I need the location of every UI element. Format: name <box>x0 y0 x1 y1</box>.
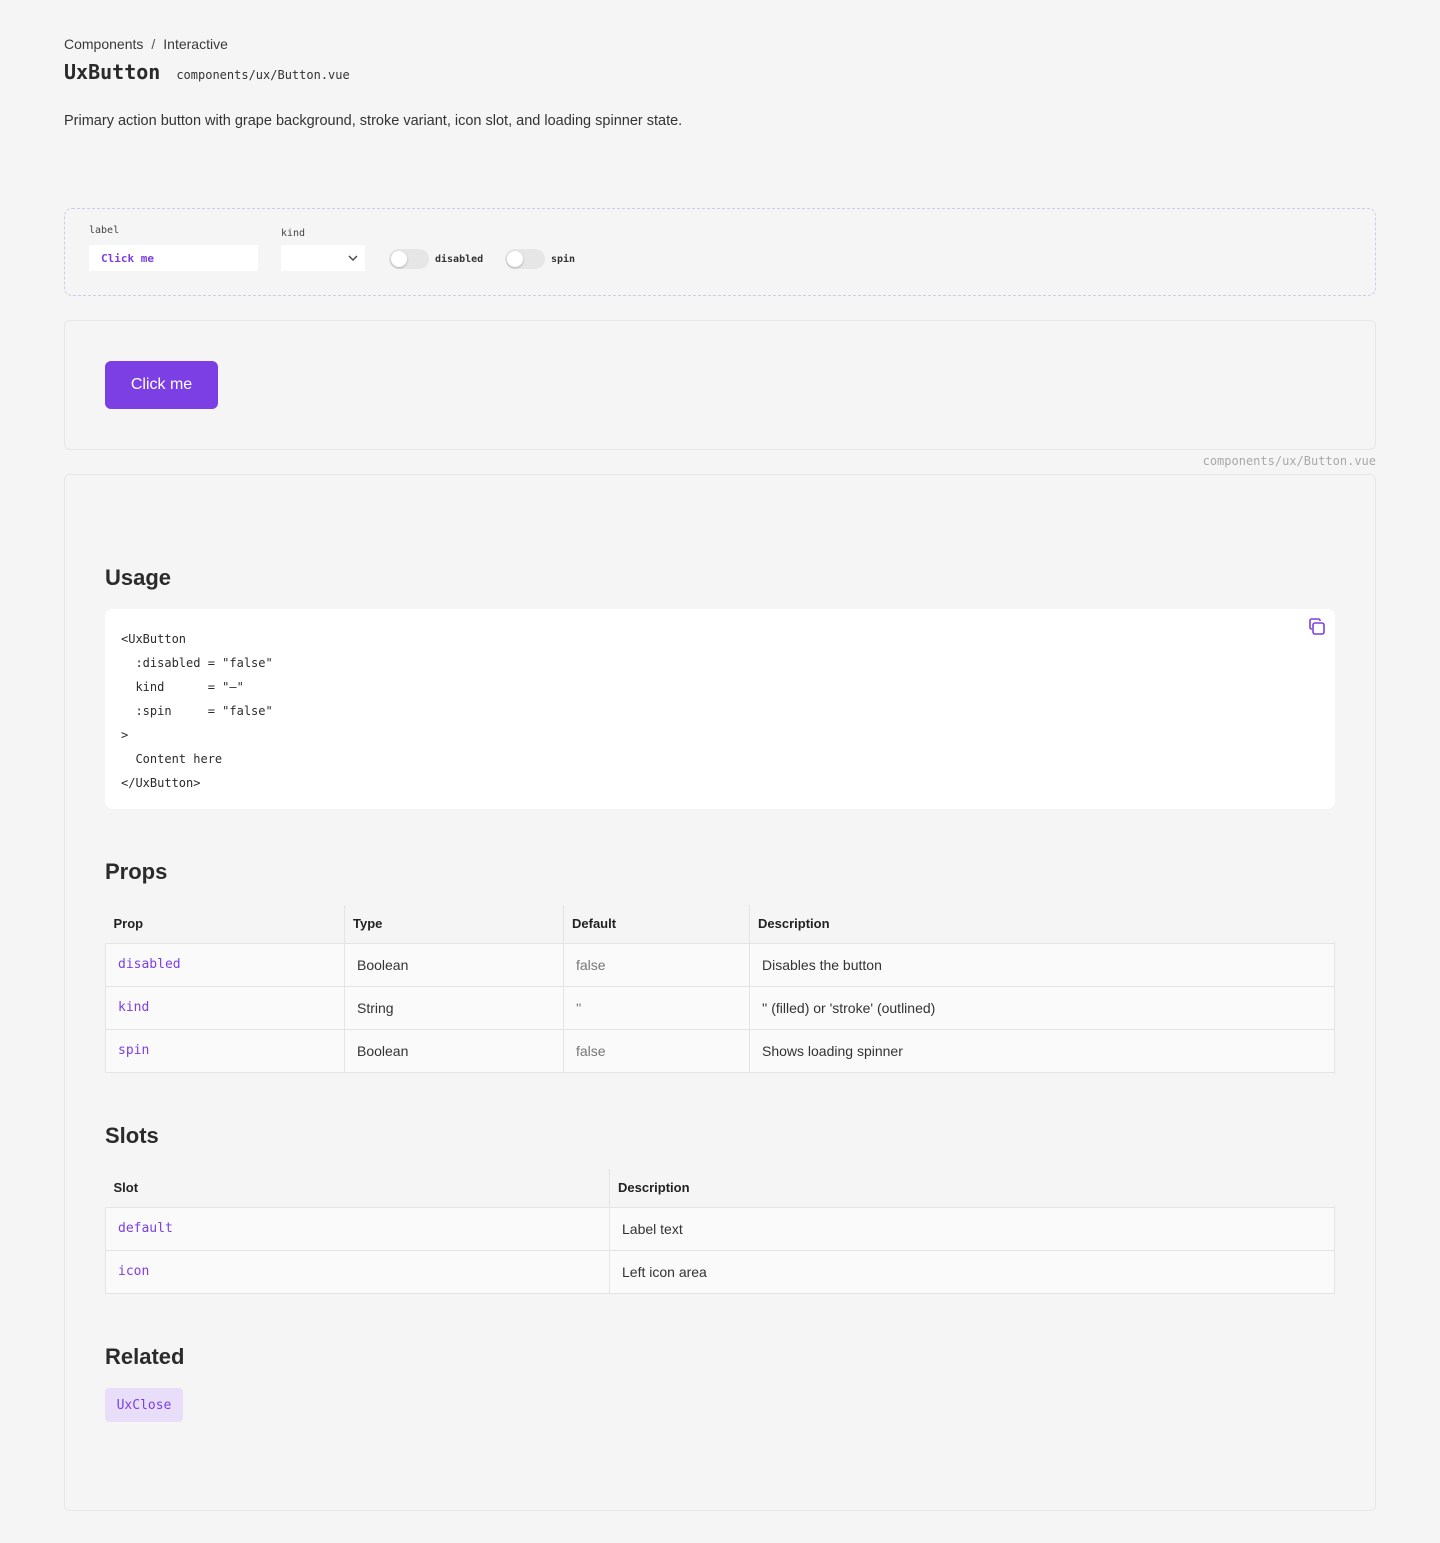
slots-heading: Slots <box>105 1123 159 1148</box>
slot-name: default <box>105 1206 610 1251</box>
prop-description: Shows loading spinner <box>749 1028 1335 1073</box>
disabled-toggle[interactable] <box>389 249 429 269</box>
prop-name: kind <box>105 985 345 1030</box>
usage-code-block: <UxButton :disabled = "false" kind = "—"… <box>105 609 1335 809</box>
slot-description: Label text <box>609 1206 1335 1251</box>
props-controls-panel: label kind disabled spin <box>64 208 1376 296</box>
kind-select[interactable] <box>281 245 365 271</box>
disabled-toggle-group: disabled <box>389 249 483 269</box>
spin-toggle-label: spin <box>551 253 576 265</box>
copy-icon[interactable] <box>1307 617 1327 637</box>
slots-table: Slot Description default Label text icon… <box>105 1169 1335 1294</box>
props-table-header: Prop Type Default Description <box>105 905 1335 943</box>
table-row: default Label text <box>105 1206 1335 1251</box>
column-header: Type <box>344 905 564 943</box>
component-file-path: components/ux/Button.vue <box>176 68 350 82</box>
label-control-caption: label <box>89 225 120 236</box>
column-header: Slot <box>105 1169 610 1207</box>
column-header: Prop <box>105 905 345 943</box>
table-row: spin Boolean false Shows loading spinner <box>105 1028 1335 1073</box>
table-row: icon Left icon area <box>105 1249 1335 1294</box>
prop-name: disabled <box>105 942 345 987</box>
spin-toggle[interactable] <box>505 249 545 269</box>
usage-heading: Usage <box>105 565 172 590</box>
chevron-down-icon <box>348 255 358 261</box>
table-row: disabled Boolean false Disables the butt… <box>105 942 1335 987</box>
column-header: Default <box>563 905 750 943</box>
slots-table-header: Slot Description <box>105 1169 1335 1207</box>
title-row: UxButton components/ux/Button.vue <box>64 60 350 84</box>
related-uxclose-link[interactable]: UxClose <box>105 1388 183 1422</box>
breadcrumb: Components / Interactive <box>64 36 228 52</box>
component-description: Primary action button with grape backgro… <box>64 113 683 129</box>
breadcrumb-current: Interactive <box>163 36 228 52</box>
component-preview: Click me <box>64 320 1376 450</box>
prop-description: '' (filled) or 'stroke' (outlined) <box>749 985 1335 1030</box>
column-header: Description <box>749 905 1335 943</box>
usage-code: <UxButton :disabled = "false" kind = "—"… <box>121 632 273 790</box>
related-heading: Related <box>105 1344 185 1369</box>
slot-name: icon <box>105 1249 610 1294</box>
docs-panel: Usage <UxButton :disabled = "false" kind… <box>64 474 1376 1511</box>
slot-description: Left icon area <box>609 1249 1335 1294</box>
prop-default: false <box>563 1028 750 1073</box>
disabled-toggle-label: disabled <box>435 253 484 265</box>
props-heading: Props <box>105 859 168 884</box>
table-row: kind String '' '' (filled) or 'stroke' (… <box>105 985 1335 1030</box>
prop-type: Boolean <box>344 1028 564 1073</box>
spin-toggle-group: spin <box>505 249 575 269</box>
breadcrumb-parent[interactable]: Components <box>64 36 143 52</box>
prop-type: String <box>344 985 564 1030</box>
props-table: Prop Type Default Description disabled B… <box>105 905 1335 1073</box>
kind-control-caption: kind <box>281 228 306 239</box>
prop-description: Disables the button <box>749 942 1335 987</box>
toggle-knob <box>507 251 523 267</box>
preview-primary-button[interactable]: Click me <box>105 361 218 409</box>
prop-default: false <box>563 942 750 987</box>
prop-name: spin <box>105 1028 345 1073</box>
prop-default: '' <box>563 985 750 1030</box>
column-header: Description <box>609 1169 1335 1207</box>
toggle-knob <box>391 251 407 267</box>
breadcrumb-separator: / <box>151 36 156 52</box>
page-title: UxButton <box>64 60 161 84</box>
preview-file-caption: components/ux/Button.vue <box>1202 454 1376 468</box>
label-input[interactable] <box>89 245 258 271</box>
prop-type: Boolean <box>344 942 564 987</box>
